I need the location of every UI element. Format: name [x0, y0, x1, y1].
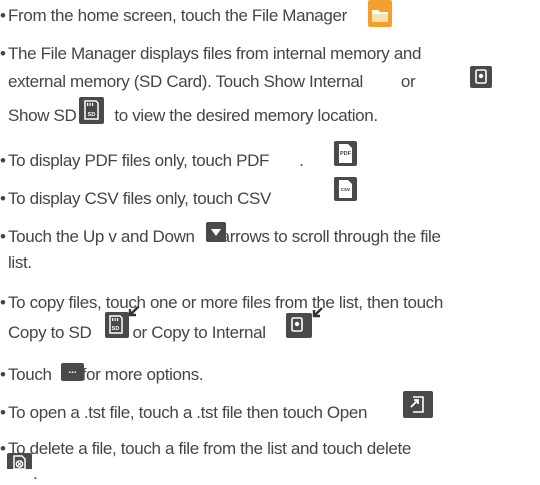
csv-icon: csv [334, 177, 357, 201]
item-show-memory-line-1: • The File Manager displays files from in… [0, 44, 422, 63]
copy-sd-glyph [109, 315, 123, 334]
item-pdf: • To display PDF files only, touch PDF. [0, 151, 304, 170]
copy-to-internal-icon [286, 313, 312, 338]
copy-internal-arrow-icon [312, 307, 323, 318]
item-csv: • To display CSV files only, touch CSV [0, 189, 271, 208]
folder-glyph [372, 10, 388, 22]
item-copy-line-1: • To copy files, touch one or more files … [0, 293, 443, 312]
more-icon-label: ... [68, 365, 77, 376]
csv-icon-label: csv [340, 187, 351, 193]
copy-sd-arrow-icon [128, 306, 139, 317]
delete-glyph [13, 455, 26, 470]
delete-icon [7, 453, 32, 470]
item-file-manager: • From the home screen, touch the File Ma… [0, 6, 381, 25]
pdf-icon: PDF [334, 141, 357, 166]
item-delete-line-2: . [33, 464, 38, 483]
show-sd-icon: SD [79, 97, 104, 124]
item-open: • To open a .tst file, touch a .tst file … [0, 403, 409, 422]
down-arrow-icon [206, 222, 226, 242]
copy-internal-glyph [291, 317, 303, 332]
item-scroll-line-2: list. [8, 253, 32, 272]
item-show-memory-line-3: Show SD to view the desired memory locati… [8, 106, 378, 125]
item-delete-line-1: • To delete a file, touch a file from the… [0, 439, 411, 458]
item-show-memory-line-2: external memory (SD Card). Touch Show In… [8, 72, 416, 91]
sd-icon-label: SD [87, 112, 96, 118]
folder-icon [368, 0, 392, 27]
pdf-icon-label: PDF [340, 151, 351, 157]
item-copy-line-2: Copy to SDor Copy to Internal. [8, 323, 312, 342]
more-options-icon: ... [61, 363, 84, 381]
sd-glyph [84, 100, 99, 120]
down-arrow-glyph [211, 229, 221, 236]
internal-glyph [475, 69, 487, 84]
copy-sd-icon-label: SD [111, 326, 120, 332]
show-internal-icon [470, 66, 492, 88]
open-glyph [410, 396, 424, 413]
item-more-options: • Touch for more options. [0, 365, 204, 384]
open-icon [403, 391, 433, 418]
copy-to-sd-icon: SD [105, 312, 129, 338]
